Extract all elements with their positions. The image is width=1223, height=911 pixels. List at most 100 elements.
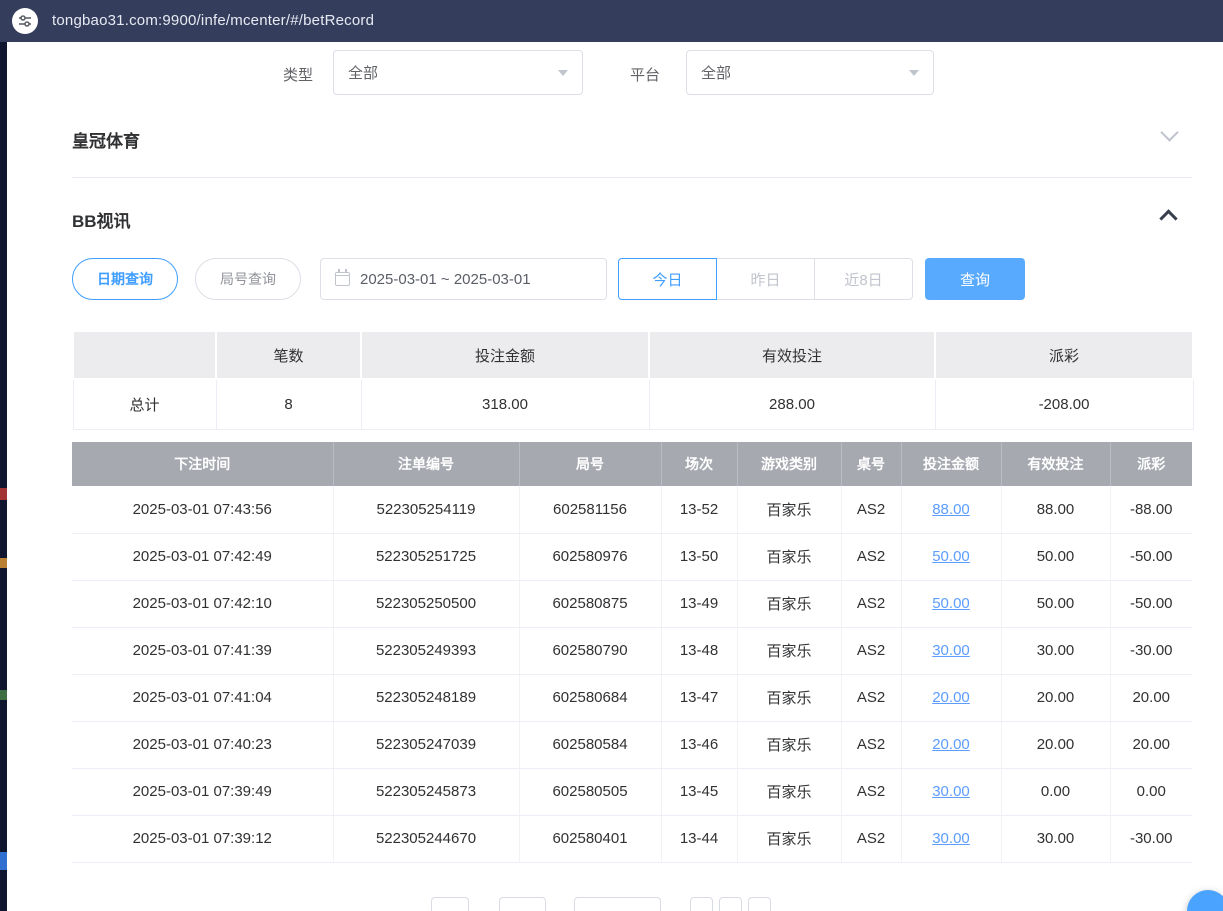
session: 13-47 (661, 674, 737, 721)
summary-header-cell: 有效投注 (649, 331, 935, 379)
table-number: AS2 (841, 815, 901, 862)
summary-table: 笔数 投注金额 有效投注 派彩 总计 8 318.00 288.00 -208.… (72, 330, 1194, 430)
type-filter-select[interactable]: 全部 (333, 50, 583, 95)
order-number: 522305249393 (333, 627, 519, 674)
table-number: AS2 (841, 674, 901, 721)
bet-records-table: 下注时间 注单编号 局号 场次 游戏类别 桌号 投注金额 有效投注 派彩 (72, 442, 1192, 863)
floating-action-button[interactable] (1187, 890, 1223, 911)
summary-valid-bet: 288.00 (649, 379, 935, 429)
bet-amount-link[interactable]: 30.00 (932, 642, 970, 659)
round-number: 602580584 (519, 721, 661, 768)
section-title-crown-sports[interactable]: 皇冠体育 (72, 127, 140, 152)
pagination-button[interactable] (690, 897, 713, 911)
game-type: 百家乐 (737, 674, 841, 721)
table-row: 2025-03-01 07:39:12 522305244670 6025804… (72, 815, 1192, 862)
valid-bet: 30.00 (1001, 815, 1110, 862)
game-type: 百家乐 (737, 721, 841, 768)
session: 13-50 (661, 533, 737, 580)
order-number: 522305244670 (333, 815, 519, 862)
game-type: 百家乐 (737, 580, 841, 627)
round-query-tab[interactable]: 局号查询 (195, 258, 301, 300)
bet-table-header-cell: 桌号 (841, 442, 901, 486)
quick-range-today[interactable]: 今日 (618, 258, 717, 300)
type-filter-label: 类型 (283, 64, 313, 85)
bet-amount-link[interactable]: 20.00 (932, 689, 970, 706)
chevron-down-icon (558, 70, 568, 81)
bet-amount-link[interactable]: 50.00 (932, 548, 970, 565)
bet-amount-link[interactable]: 20.00 (932, 736, 970, 753)
bet-time: 2025-03-01 07:42:10 (72, 580, 333, 627)
session: 13-44 (661, 815, 737, 862)
tune-icon (17, 13, 33, 29)
summary-bet-amount: 318.00 (361, 379, 649, 429)
bet-amount-link[interactable]: 50.00 (932, 595, 970, 612)
pagination-button[interactable] (719, 897, 742, 911)
address-bar-badge[interactable] (12, 8, 38, 34)
platform-filter-select[interactable]: 全部 (686, 50, 934, 95)
background-fragment (0, 488, 7, 500)
pagination-button[interactable] (748, 897, 771, 911)
platform-filter-value: 全部 (701, 62, 731, 83)
session: 13-48 (661, 627, 737, 674)
session: 13-45 (661, 768, 737, 815)
bet-amount-link[interactable]: 88.00 (932, 501, 970, 518)
bet-amount-cell: 20.00 (901, 721, 1001, 768)
date-query-tab[interactable]: 日期查询 (72, 258, 178, 300)
chevron-down-icon[interactable] (1160, 123, 1178, 141)
round-number: 602580401 (519, 815, 661, 862)
session: 13-49 (661, 580, 737, 627)
bet-table-header-cell: 派彩 (1110, 442, 1192, 486)
summary-header-cell: 投注金额 (361, 331, 649, 379)
summary-payout: -208.00 (935, 379, 1193, 429)
bet-table-header-cell: 投注金额 (901, 442, 1001, 486)
pagination-page-button[interactable] (499, 897, 546, 911)
table-row: 2025-03-01 07:42:10 522305250500 6025808… (72, 580, 1192, 627)
valid-bet: 50.00 (1001, 580, 1110, 627)
pagination-prev-button[interactable] (431, 897, 469, 911)
bet-time: 2025-03-01 07:43:56 (72, 486, 333, 533)
browser-address-bar: tongbao31.com:9900/infe/mcenter/#/betRec… (0, 0, 1223, 42)
game-type: 百家乐 (737, 486, 841, 533)
bet-table-header-cell: 注单编号 (333, 442, 519, 486)
payout: 0.00 (1110, 768, 1192, 815)
bet-amount-cell: 20.00 (901, 674, 1001, 721)
section-title-bb-live[interactable]: BB视讯 (72, 207, 131, 232)
quick-range-last8days[interactable]: 近8日 (814, 258, 913, 300)
bet-amount-link[interactable]: 30.00 (932, 830, 970, 847)
payout: 20.00 (1110, 721, 1192, 768)
type-filter-value: 全部 (348, 62, 378, 83)
round-number: 602580875 (519, 580, 661, 627)
bet-table-header-row: 下注时间 注单编号 局号 场次 游戏类别 桌号 投注金额 有效投注 派彩 (72, 442, 1192, 486)
bet-time: 2025-03-01 07:41:39 (72, 627, 333, 674)
valid-bet: 30.00 (1001, 627, 1110, 674)
game-type: 百家乐 (737, 815, 841, 862)
background-window-edge (0, 42, 7, 911)
order-number: 522305247039 (333, 721, 519, 768)
bet-amount-cell: 50.00 (901, 580, 1001, 627)
bet-record-screen: tongbao31.com:9900/infe/mcenter/#/betRec… (0, 0, 1223, 911)
round-number: 602580505 (519, 768, 661, 815)
order-number: 522305245873 (333, 768, 519, 815)
bet-amount-cell: 30.00 (901, 627, 1001, 674)
session: 13-46 (661, 721, 737, 768)
url-text[interactable]: tongbao31.com:9900/infe/mcenter/#/betRec… (52, 0, 374, 42)
chevron-up-icon[interactable] (1159, 209, 1177, 227)
valid-bet: 20.00 (1001, 674, 1110, 721)
table-number: AS2 (841, 721, 901, 768)
order-number: 522305250500 (333, 580, 519, 627)
summary-count: 8 (216, 379, 361, 429)
summary-total-label: 总计 (73, 379, 216, 429)
pagination-page-size-select[interactable] (574, 897, 661, 911)
bet-amount-link[interactable]: 30.00 (932, 783, 970, 800)
order-number: 522305251725 (333, 533, 519, 580)
date-range-input[interactable]: 2025-03-01 ~ 2025-03-01 (320, 258, 607, 300)
background-fragment (0, 558, 7, 568)
search-button[interactable]: 查询 (925, 258, 1025, 300)
quick-range-yesterday[interactable]: 昨日 (716, 258, 815, 300)
bet-time: 2025-03-01 07:40:23 (72, 721, 333, 768)
game-type: 百家乐 (737, 533, 841, 580)
section-divider (72, 177, 1192, 178)
table-number: AS2 (841, 580, 901, 627)
payout: -30.00 (1110, 815, 1192, 862)
order-number: 522305248189 (333, 674, 519, 721)
